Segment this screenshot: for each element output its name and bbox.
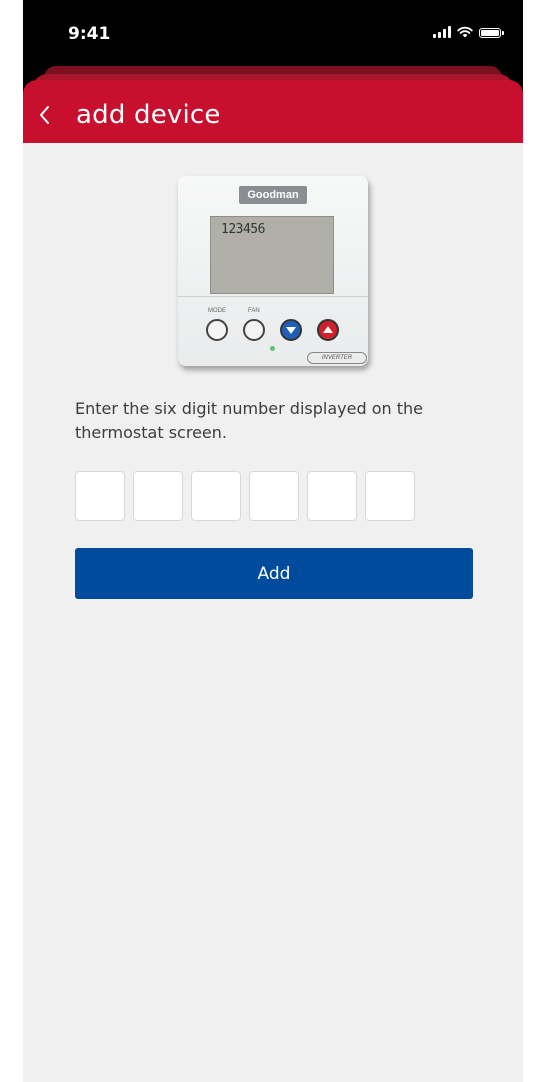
code-digit-input-4[interactable]: [249, 471, 299, 521]
code-digit-input-1[interactable]: [75, 471, 125, 521]
phone-screen: 9:41 add device Goodman 123456 MODE FAN …: [23, 0, 523, 1082]
thermostat-brand-label: Goodman: [239, 186, 307, 204]
thermostat-status-led: [270, 346, 275, 351]
down-arrow-icon: [286, 327, 296, 334]
page-title: add device: [76, 100, 221, 130]
code-digit-input-3[interactable]: [191, 471, 241, 521]
instruction-text: Enter the six digit number displayed on …: [75, 399, 423, 442]
app-header: add device: [23, 80, 523, 143]
battery-icon: [479, 28, 504, 38]
code-digit-input-2[interactable]: [133, 471, 183, 521]
thermostat-mode-label: MODE: [208, 308, 226, 314]
main-content: Goodman 123456 MODE FAN INVERTER Enter t…: [23, 143, 523, 1082]
chevron-left-icon[interactable]: [37, 105, 53, 125]
up-arrow-icon: [323, 326, 333, 333]
thermostat-display: 123456: [210, 216, 334, 294]
status-icons: [433, 26, 504, 38]
code-digit-input-6[interactable]: [365, 471, 415, 521]
wifi-icon: [457, 26, 473, 38]
code-input-group: [75, 471, 415, 521]
add-button[interactable]: Add: [75, 548, 473, 599]
thermostat-mode-button: [206, 319, 228, 341]
thermostat-down-button: [280, 319, 302, 341]
thermostat-illustration: Goodman 123456 MODE FAN INVERTER: [178, 176, 368, 366]
thermostat-fan-button: [243, 319, 265, 341]
thermostat-up-button: [317, 319, 339, 341]
thermostat-divider: [178, 296, 368, 297]
status-time: 9:41: [68, 24, 111, 44]
code-digit-input-5[interactable]: [307, 471, 357, 521]
cellular-signal-icon: [433, 26, 451, 38]
thermostat-fan-label: FAN: [248, 308, 260, 314]
thermostat-inverter-badge: INVERTER: [307, 352, 367, 364]
thermostat-display-digits: 123456: [221, 222, 265, 237]
